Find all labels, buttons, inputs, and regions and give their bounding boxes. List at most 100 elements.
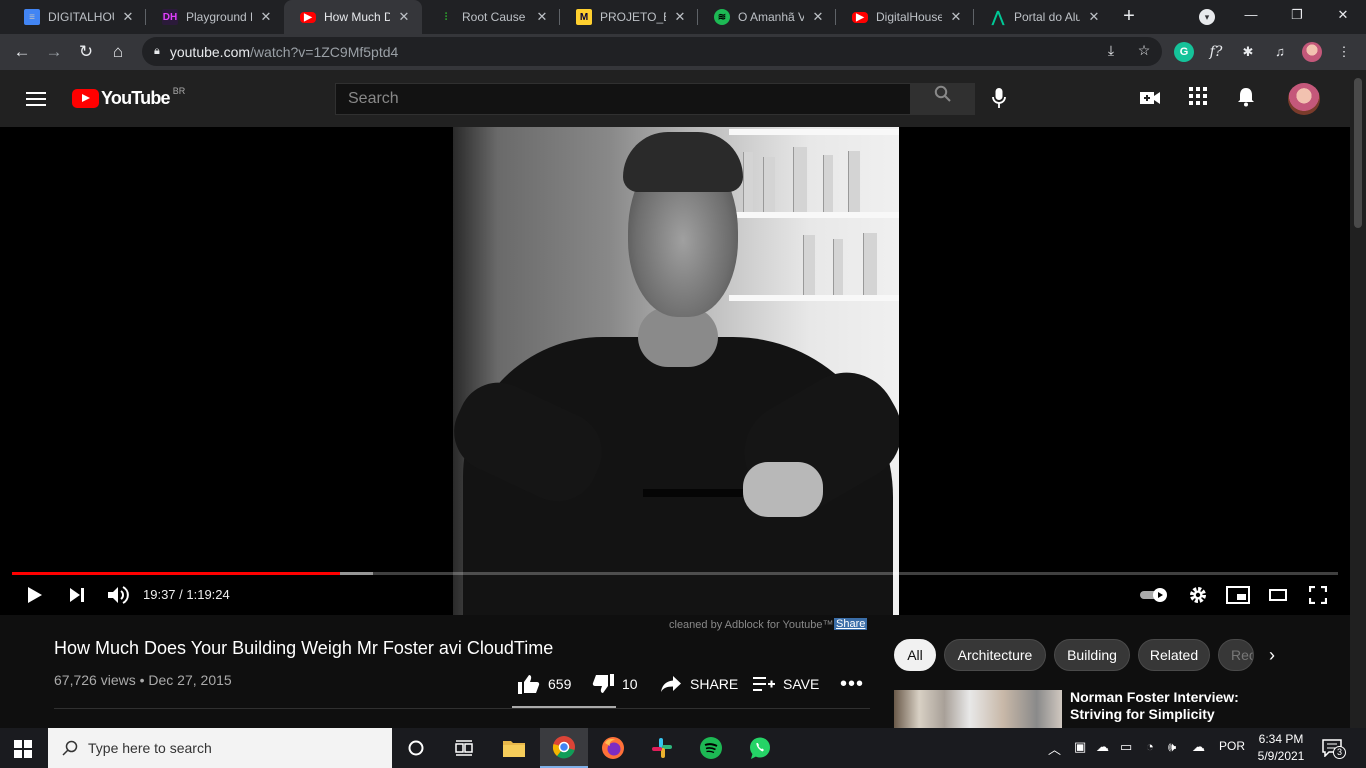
recommendation-title[interactable]: Norman Foster Interview: Striving for Si… — [1070, 689, 1270, 723]
menu-icon[interactable] — [26, 92, 46, 106]
grammarly-icon[interactable]: G — [1174, 42, 1194, 62]
close-icon[interactable]: ✕ — [810, 9, 826, 25]
miro-icon: M — [576, 9, 592, 25]
next-button[interactable] — [64, 582, 90, 608]
close-icon[interactable]: ✕ — [396, 9, 412, 25]
forward-icon[interactable]: → — [42, 40, 66, 64]
restore-button[interactable]: ❐ — [1274, 0, 1320, 30]
tab-portal[interactable]: ⋀ Portal do Aluno ✕ — [974, 0, 1112, 34]
progress-bar[interactable] — [12, 572, 1338, 575]
tab-digitalhouse-yt[interactable]: ▶ DigitalHouse ✕ — [836, 0, 974, 34]
play-button[interactable] — [22, 582, 48, 608]
more-actions-icon[interactable]: ••• — [840, 672, 864, 696]
windows-start-icon[interactable] — [14, 740, 32, 758]
new-tab-button[interactable]: + — [1118, 5, 1140, 27]
close-icon[interactable]: ✕ — [672, 9, 688, 25]
wifi-icon[interactable]: ◔ — [1146, 739, 1154, 754]
dh-icon: DH — [162, 9, 178, 25]
speaker-icon[interactable]: 🕪︎ — [1168, 739, 1176, 755]
show-hidden-icons-icon[interactable]: ︿ — [1048, 739, 1061, 758]
close-icon[interactable]: ✕ — [534, 9, 550, 25]
task-view-icon[interactable] — [440, 728, 488, 768]
file-explorer-icon[interactable] — [490, 728, 538, 768]
language-indicator[interactable]: POR — [1219, 739, 1245, 753]
back-icon[interactable]: ← — [10, 40, 34, 64]
onedrive-cloud-icon[interactable]: ☁ — [1096, 739, 1109, 755]
formula-icon[interactable]: f? — [1206, 42, 1226, 62]
youtube-logo[interactable]: YouTube BR — [72, 86, 185, 109]
extensions-icon[interactable]: ✱ — [1238, 42, 1258, 62]
close-icon[interactable]: ✕ — [948, 9, 964, 25]
adblock-share-link[interactable]: Share — [834, 618, 868, 630]
close-icon[interactable]: ✕ — [258, 9, 274, 25]
chip-recently-uploaded[interactable]: Recently uploaded — [1218, 639, 1254, 671]
close-icon[interactable]: ✕ — [120, 9, 136, 25]
page-scrollbar[interactable] — [1350, 70, 1366, 728]
tab-strip: ≡ DIGITALHOUSE ✕ DH Playground DH ✕ ▶ Ho… — [0, 0, 1366, 34]
tab-playground[interactable]: DH Playground DH ✕ — [146, 0, 284, 34]
settings-gear-icon[interactable] — [1186, 582, 1210, 608]
video-player[interactable]: 19:37 / 1:19:24 — [0, 127, 1350, 615]
portal-icon: ⋀ — [991, 9, 1005, 26]
cortana-icon[interactable] — [392, 728, 440, 768]
miniplayer-icon[interactable] — [1224, 582, 1252, 608]
tab-root-cause[interactable]: ⫶ Root Cause Analysis ✕ — [422, 0, 560, 34]
thumbs-down-icon — [592, 674, 614, 693]
tab-search-icon[interactable]: ▾ — [1199, 9, 1215, 25]
cloud-upload-icon[interactable]: ☁ — [1192, 739, 1205, 755]
recommendation-thumbnail[interactable] — [894, 690, 1062, 728]
taskbar-search-input[interactable]: Type here to search — [48, 728, 392, 768]
tab-digitalhouse[interactable]: ≡ DIGITALHOUSE ✕ — [8, 0, 146, 34]
profile-avatar-icon[interactable] — [1302, 42, 1322, 62]
dislike-button[interactable]: 10 — [592, 672, 638, 696]
autoplay-toggle[interactable] — [1138, 582, 1170, 608]
create-video-icon[interactable] — [1138, 87, 1162, 111]
share-icon — [661, 676, 681, 692]
taskbar-clock[interactable]: 6:34 PM 5/9/2021 — [1256, 731, 1306, 765]
notifications-bell-icon[interactable] — [1234, 87, 1258, 111]
close-icon[interactable]: ✕ — [1086, 9, 1102, 25]
video-title: How Much Does Your Building Weigh Mr Fos… — [54, 638, 554, 658]
video-frame — [453, 127, 899, 615]
tab-how-much[interactable]: ▶ How Much Does ✕ — [284, 0, 422, 34]
reload-icon[interactable]: ↻ — [74, 40, 98, 64]
fullscreen-icon[interactable] — [1306, 582, 1330, 608]
chip-related[interactable]: Related — [1138, 639, 1210, 671]
action-center-icon[interactable]: 3 — [1322, 739, 1346, 760]
media-control-icon[interactable]: ♫ — [1270, 42, 1290, 62]
apps-grid-icon[interactable] — [1186, 87, 1210, 111]
played-bar — [12, 572, 340, 575]
account-avatar[interactable] — [1288, 83, 1320, 115]
home-icon[interactable]: ⌂ — [106, 40, 130, 64]
like-button[interactable]: 659 — [518, 672, 571, 696]
battery-icon[interactable]: ▭ — [1120, 739, 1132, 755]
chevron-right-icon[interactable]: › — [1262, 645, 1282, 665]
chip-all[interactable]: All — [894, 639, 936, 671]
bookmark-star-icon[interactable]: ☆ — [1135, 41, 1153, 59]
theater-mode-icon[interactable] — [1266, 582, 1290, 608]
chip-architecture[interactable]: Architecture — [944, 639, 1046, 671]
tab-projeto[interactable]: M PROJETO_EXP ✕ — [560, 0, 698, 34]
share-button[interactable]: SHARE — [660, 672, 738, 696]
address-bar[interactable]: 🔒︎ youtube.com/watch?v=1ZC9Mf5ptd4 — [142, 37, 1162, 66]
tab-amanha[interactable]: ≋ O Amanhã Va ✕ — [698, 0, 836, 34]
meet-now-icon[interactable]: ▣ — [1074, 739, 1086, 755]
slack-icon[interactable] — [638, 728, 686, 768]
microphone-icon[interactable] — [988, 87, 1010, 111]
search-button[interactable] — [910, 83, 975, 115]
play-icon — [28, 587, 42, 603]
chrome-menu-icon[interactable]: ⋮ — [1334, 42, 1354, 62]
install-icon[interactable]: ⤓ — [1102, 41, 1120, 59]
chrome-taskbar-icon[interactable] — [540, 728, 588, 768]
save-button[interactable]: SAVE — [753, 672, 819, 696]
volume-button[interactable] — [104, 582, 132, 608]
chip-building[interactable]: Building — [1054, 639, 1130, 671]
close-window-button[interactable]: ✕ — [1320, 0, 1366, 30]
search-input[interactable]: Search — [335, 83, 911, 115]
minimize-button[interactable]: — — [1228, 0, 1274, 30]
scrollbar-thumb[interactable] — [1354, 78, 1362, 228]
lock-icon: 🔒︎ — [154, 45, 160, 57]
spotify-taskbar-icon[interactable] — [687, 728, 735, 768]
firefox-icon[interactable] — [589, 728, 637, 768]
whatsapp-icon[interactable] — [736, 728, 784, 768]
